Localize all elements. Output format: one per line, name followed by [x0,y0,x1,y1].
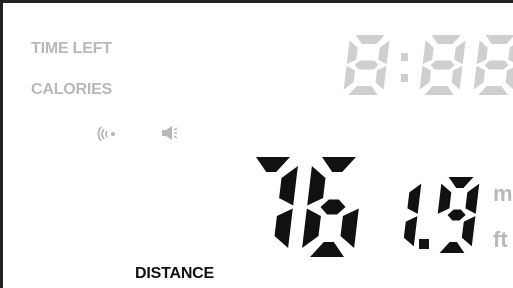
segment-d [310,242,344,257]
main-value-text: 76 [3,3,4,4]
segment-b [279,166,298,206]
segment-d [424,86,454,95]
segment-a [355,35,385,44]
segment-a [322,157,356,172]
time-readout-value: 8:88 [3,3,4,4]
calories-label: CALORIES [31,81,113,98]
time-left-label: TIME LEFT [31,40,112,57]
main-digit [256,157,298,248]
segment-g [354,60,379,70]
segment-b [454,40,466,65]
segment-a [256,157,290,172]
segment-g [320,199,346,215]
time-digit [343,35,390,95]
main-digit [302,157,359,257]
segment-b [465,183,480,214]
segment-a [431,35,461,44]
decimal-point [419,239,429,249]
segment-e [302,208,321,248]
segment-g [447,209,466,221]
segment-e [473,65,485,90]
segment-f [346,40,358,65]
secondary-digit [437,177,480,253]
segment-g [430,60,455,70]
segment-f [307,166,326,206]
unit-upper-label: m [493,181,513,206]
segment-b [378,40,390,65]
colon-dot [401,53,408,61]
segment-a [448,177,474,188]
segment-e [343,65,355,90]
segment-b [407,183,422,214]
time-digit [473,35,513,95]
segment-c [505,67,513,90]
segment-c [461,216,476,247]
segment-c [340,208,359,248]
secondary-value-text: 1.9 [3,3,4,4]
secondary-readout [403,177,480,253]
lcd-display-panel: TIME LEFT CALORIES 8:88 76 1.9 m ft DIST… [0,0,513,288]
segment-e [419,65,431,90]
segment-d [478,86,508,95]
segment-a [485,35,513,44]
segment-f [476,40,488,65]
segment-f [422,40,434,65]
segment-b [508,45,513,63]
time-readout [343,35,513,95]
secondary-digit [403,183,422,247]
segment-f [437,183,452,214]
distance-label: DISTANCE [135,265,214,282]
segment-d [439,242,465,253]
segment-c [274,208,293,248]
segment-c [375,65,387,90]
signal-wave-icon [97,126,115,142]
segment-c [451,65,463,90]
segment-g [484,60,509,70]
segment-c [403,216,418,247]
speaker-icon [162,126,178,140]
unit-lower-label: ft [493,227,508,252]
time-digit [419,35,466,95]
segment-d [348,86,378,95]
colon-dot [401,74,408,82]
main-readout [256,157,359,257]
